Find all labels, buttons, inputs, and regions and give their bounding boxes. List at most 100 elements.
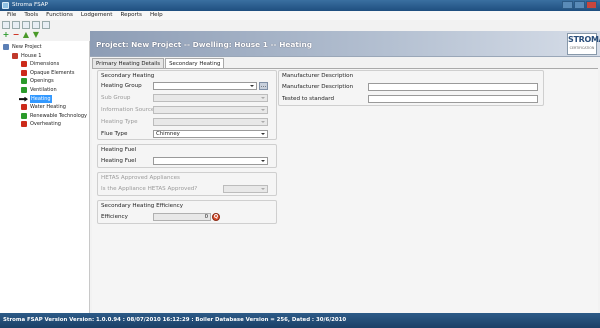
tree-item-ventilation[interactable]: Ventilation: [0, 86, 89, 95]
print-icon[interactable]: [42, 21, 50, 29]
group-title: Secondary Heating: [101, 73, 155, 79]
open-icon[interactable]: [12, 21, 20, 29]
heating-fuel-label: Heating Fuel: [101, 158, 137, 164]
heating-type-select[interactable]: [153, 118, 268, 126]
maximize-button[interactable]: [574, 1, 585, 9]
tree-toolbar: + − ▲ ▼: [0, 31, 90, 40]
menu-help[interactable]: Help: [146, 11, 167, 20]
information-source-select[interactable]: [153, 106, 268, 114]
tree-house[interactable]: House 1: [0, 52, 89, 61]
manufacturer-description-label: Manufacturer Description: [282, 84, 354, 90]
manufacturer-description-row: Manufacturer Description: [282, 83, 542, 92]
check-icon: [21, 112, 27, 119]
chevron-down-icon: [261, 109, 265, 111]
menu-tools[interactable]: Tools: [20, 11, 42, 20]
logo-text: STROMA: [568, 35, 600, 44]
chevron-down-icon: [261, 188, 265, 190]
window-controls: [562, 1, 597, 10]
tree-item-renewable-technology[interactable]: Renewable Technology: [0, 112, 89, 121]
status-bar: Stroma FSAP Version Version: 1.0.0.94 : …: [0, 313, 600, 328]
efficiency-lookup-icon[interactable]: Q: [212, 213, 220, 221]
tab-primary-heating[interactable]: Primary Heating Details: [92, 58, 165, 68]
group-title: Manufacturer Description: [282, 73, 354, 79]
hetas-label: Is the Appliance HETAS Approved?: [101, 186, 198, 192]
secondary-heating-panel: Secondary Heating Heating Group ... Sub …: [92, 68, 598, 313]
tree-item-label: Renewable Technology: [30, 112, 87, 119]
save-icon[interactable]: [22, 21, 30, 29]
tree-house-label: House 1: [21, 52, 42, 59]
efficiency-input[interactable]: 0: [153, 213, 211, 221]
move-up-icon[interactable]: ▲: [22, 31, 30, 39]
flue-type-value: Chimney: [156, 131, 180, 137]
check-icon: [21, 86, 27, 93]
tested-to-standard-input[interactable]: [368, 95, 538, 103]
tested-to-standard-row: Tested to standard: [282, 95, 542, 104]
close-button[interactable]: [586, 1, 597, 9]
heating-type-row: Heating Type: [101, 118, 276, 127]
tree-item-water-heating[interactable]: Water Heating: [0, 103, 89, 112]
flue-type-label: Flue Type: [101, 131, 128, 137]
chevron-down-icon: [250, 85, 254, 87]
tested-to-standard-label: Tested to standard: [282, 96, 334, 102]
tab-strip: Primary Heating Details Secondary Heatin…: [92, 58, 225, 69]
stroma-logo: STROMA CERTIFICATION: [567, 33, 600, 55]
arrow-right-icon: [19, 96, 28, 102]
tree-item-heating[interactable]: Heating: [0, 94, 89, 104]
menu-reports[interactable]: Reports: [117, 11, 146, 20]
new-icon[interactable]: [2, 21, 10, 29]
efficiency-group: Secondary Heating Efficiency Efficiency …: [97, 200, 277, 224]
minimize-button[interactable]: [562, 1, 573, 9]
group-title: Heating Fuel: [101, 147, 137, 153]
chevron-down-icon: [261, 97, 265, 99]
group-title: Secondary Heating Efficiency: [101, 203, 184, 209]
hetas-row: Is the Appliance HETAS Approved?: [101, 185, 276, 194]
calculate-icon[interactable]: [32, 21, 40, 29]
tree-item-label: Openings: [30, 78, 54, 85]
flue-type-select[interactable]: Chimney: [153, 130, 268, 138]
house-icon: [12, 52, 18, 59]
hetas-select[interactable]: [223, 185, 268, 193]
manufacturer-group: Manufacturer Description Manufacturer De…: [278, 70, 544, 106]
secondary-heating-group: Secondary Heating Heating Group ... Sub …: [97, 70, 277, 140]
menu-bar: File Tools Functions Lodgement Reports H…: [0, 11, 600, 20]
heating-group-select[interactable]: [153, 82, 257, 90]
error-icon: [21, 61, 27, 68]
chevron-down-icon: [261, 160, 265, 162]
heating-fuel-row: Heating Fuel: [101, 157, 276, 166]
heating-group-label: Heating Group: [101, 83, 142, 89]
efficiency-label: Efficiency: [101, 214, 128, 220]
chevron-down-icon: [261, 133, 265, 135]
error-icon: [21, 69, 27, 76]
tree-item-label: Heating: [30, 94, 52, 104]
efficiency-row: Efficiency 0 Q: [101, 213, 276, 222]
tree-item-openings[interactable]: Openings: [0, 77, 89, 86]
project-tree: New Project House 1 Dimensions Opaque El…: [0, 41, 90, 313]
toolbar: [0, 20, 90, 30]
page-header: Project: New Project -- Dwelling: House …: [90, 31, 600, 57]
heating-fuel-select[interactable]: [153, 157, 268, 165]
sub-group-select[interactable]: [153, 94, 268, 102]
chevron-down-icon: [261, 121, 265, 123]
menu-lodgement[interactable]: Lodgement: [77, 11, 117, 20]
tree-project[interactable]: New Project: [0, 43, 89, 52]
menu-functions[interactable]: Functions: [42, 11, 77, 20]
tree-item-overheating[interactable]: Overheating: [0, 120, 89, 129]
move-down-icon[interactable]: ▼: [32, 31, 40, 39]
tree-item-label: Dimensions: [30, 61, 60, 68]
information-source-label: Information Source: [101, 107, 155, 113]
project-icon: [3, 44, 9, 50]
tree-item-opaque-elements[interactable]: Opaque Elements: [0, 69, 89, 78]
menu-file[interactable]: File: [3, 11, 20, 20]
tree-item-dimensions[interactable]: Dimensions: [0, 60, 89, 69]
heating-fuel-group: Heating Fuel Heating Fuel: [97, 144, 277, 168]
add-icon[interactable]: +: [2, 31, 10, 39]
main-area: Project: New Project -- Dwelling: House …: [90, 31, 600, 313]
manufacturer-description-input[interactable]: [368, 83, 538, 91]
group-title: HETAS Approved Appliances: [101, 175, 180, 181]
heating-type-label: Heating Type: [101, 119, 138, 125]
remove-icon[interactable]: −: [12, 31, 20, 39]
error-icon: [21, 121, 27, 128]
heating-group-browse-button[interactable]: ...: [259, 82, 268, 90]
app-icon: [2, 2, 9, 9]
sub-group-label: Sub Group: [101, 95, 131, 101]
